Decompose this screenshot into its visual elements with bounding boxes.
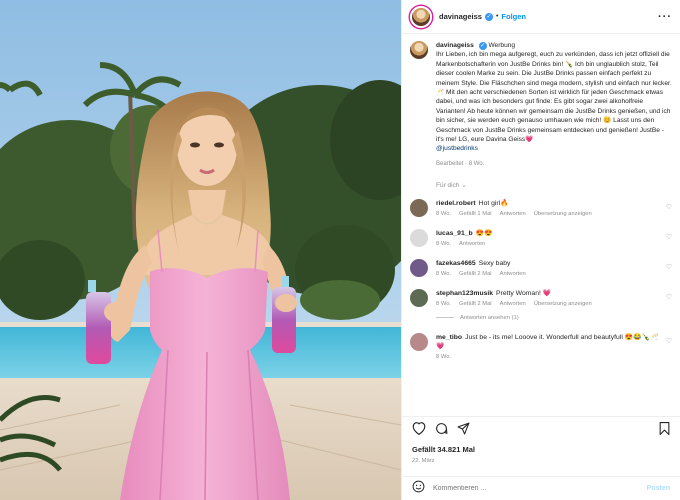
- comment-like-heart-icon[interactable]: ♡: [666, 263, 672, 271]
- edited-label: Bearbeitet: [436, 160, 464, 167]
- post-photo-image: [0, 0, 401, 500]
- comment-list: riedel.robert Hot girl🔥 8 Wo. Gefällt 1 Mal…: [410, 199, 672, 360]
- comment-row: me_tibo Just be - its me! Looove it. Wond…: [410, 333, 672, 360]
- emoji-icon[interactable]: [412, 480, 425, 498]
- post-side-panel: davinageiss ✓ • Folgen ··· davinageiss ✓…: [401, 0, 680, 500]
- bottle-left: [86, 280, 111, 364]
- comment-meta: 8 Wo.: [436, 354, 666, 360]
- post-date[interactable]: 22. März: [412, 458, 435, 464]
- comment-like-heart-icon[interactable]: ♡: [666, 233, 672, 241]
- separator-dot: •: [495, 13, 499, 20]
- comment-age: 8 Wo.: [436, 301, 452, 308]
- comment-age: 8 Wo.: [436, 211, 452, 218]
- post-header: davinageiss ✓ • Folgen ···: [402, 0, 680, 34]
- view-replies-label[interactable]: Antworten ansehen (1): [460, 315, 519, 321]
- caption-age: 8 Wo.: [468, 160, 485, 167]
- comment-age: 8 Wo.: [436, 271, 452, 278]
- post-photo[interactable]: [0, 0, 401, 500]
- follow-button[interactable]: Folgen: [501, 12, 526, 21]
- comment-age: 8 Wo.: [436, 354, 452, 361]
- post-caption: davinageiss ✓ Werbung Ihr Lieben, ich bi…: [410, 41, 672, 169]
- heart-icon[interactable]: [412, 422, 426, 435]
- add-comment-bar: Posten: [402, 476, 680, 500]
- for-you-toggle[interactable]: Für dich ⌄: [436, 181, 672, 189]
- comment-text: 😍😍: [475, 230, 493, 238]
- comment-age: 8 Wo.: [436, 241, 452, 248]
- comment-likes[interactable]: Gefällt 2 Mal: [459, 271, 492, 277]
- comment-row: lucas_91_b 😍😍 8 Wo. Antworten ♡: [410, 229, 672, 248]
- comment-like-heart-icon[interactable]: ♡: [666, 293, 672, 301]
- commenter-avatar[interactable]: [410, 289, 428, 308]
- verified-icon: ✓: [478, 42, 487, 50]
- caption-meta: Bearbeitet · 8 Wo.: [436, 160, 485, 167]
- commenter-avatar[interactable]: [410, 229, 428, 248]
- comment-text: Pretty Woman! 💗: [496, 290, 552, 298]
- post-comment-button[interactable]: Posten: [647, 485, 670, 492]
- likes-count[interactable]: Gefällt 34.821 Mal: [412, 445, 475, 454]
- commenter-username[interactable]: lucas_91_b: [436, 230, 473, 237]
- comment-like-heart-icon[interactable]: ♡: [666, 203, 672, 211]
- comment-text: Just be - its me! Looove it. Wonderfull …: [436, 334, 659, 351]
- comment-row: stephan123musik Pretty Woman! 💗 8 Wo. Gefäl…: [410, 289, 672, 308]
- translate-button[interactable]: Übersetzung anzeigen: [534, 301, 592, 307]
- reply-button[interactable]: Antworten: [459, 241, 485, 247]
- comment-meta: 8 Wo. Gefällt 1 Mal Antworten Übersetzung a…: [436, 211, 666, 217]
- reply-button[interactable]: Antworten: [500, 271, 526, 277]
- comment-meta: 8 Wo. Gefällt 2 Mal Antworten Übersetzung a…: [436, 301, 666, 307]
- commenter-avatar[interactable]: [410, 259, 428, 278]
- translate-button[interactable]: Übersetzung anzeigen: [534, 211, 592, 217]
- comment-text: Hot girl🔥: [478, 200, 509, 208]
- caption-text: Ihr Lieben, ich bin mega aufgeregt, euch…: [436, 51, 672, 144]
- replies-line: [436, 317, 454, 319]
- share-icon[interactable]: [457, 422, 470, 435]
- commenter-avatar[interactable]: [410, 333, 428, 352]
- comment-meta: 8 Wo. Antworten: [436, 241, 666, 247]
- reply-button[interactable]: Antworten: [500, 211, 526, 217]
- bookmark-icon[interactable]: [659, 422, 670, 435]
- comment-text: Sexy baby: [478, 260, 511, 268]
- action-bar: [402, 416, 680, 440]
- comment-row: riedel.robert Hot girl🔥 8 Wo. Gefällt 1 Mal…: [410, 199, 672, 218]
- comments-scroll-area[interactable]: davinageiss ✓ Werbung Ihr Lieben, ich bi…: [402, 35, 680, 415]
- comment-likes[interactable]: Gefällt 1 Mal: [459, 211, 492, 217]
- comment-icon[interactable]: [435, 422, 448, 435]
- commenter-username[interactable]: fazekas4665: [436, 260, 476, 267]
- bottle-right: [272, 276, 296, 353]
- commenter-username[interactable]: me_tibo: [436, 334, 462, 341]
- mention-link[interactable]: @justbedrinks: [436, 145, 478, 152]
- commenter-username[interactable]: stephan123musik: [436, 290, 493, 297]
- view-replies-button[interactable]: Antworten ansehen (1): [436, 315, 672, 321]
- comment-input[interactable]: [433, 485, 633, 492]
- comment-likes[interactable]: Gefällt 2 Mal: [459, 301, 492, 307]
- comment-like-heart-icon[interactable]: ♡: [666, 337, 672, 345]
- author-avatar[interactable]: [410, 5, 432, 28]
- reply-button[interactable]: Antworten: [500, 301, 526, 307]
- caption-username[interactable]: davinageiss: [436, 42, 474, 49]
- partnership-label[interactable]: Werbung: [488, 42, 515, 49]
- comment-row: fazekas4665 Sexy baby 8 Wo. Gefällt 2 Mal An…: [410, 259, 672, 278]
- comment-meta: 8 Wo. Gefällt 2 Mal Antworten: [436, 271, 666, 277]
- commenter-username[interactable]: riedel.robert: [436, 200, 476, 207]
- more-icon[interactable]: ···: [658, 11, 672, 23]
- author-username[interactable]: davinageiss: [439, 12, 482, 21]
- verified-icon: ✓: [484, 12, 493, 21]
- caption-avatar[interactable]: [410, 41, 428, 59]
- commenter-avatar[interactable]: [410, 199, 428, 218]
